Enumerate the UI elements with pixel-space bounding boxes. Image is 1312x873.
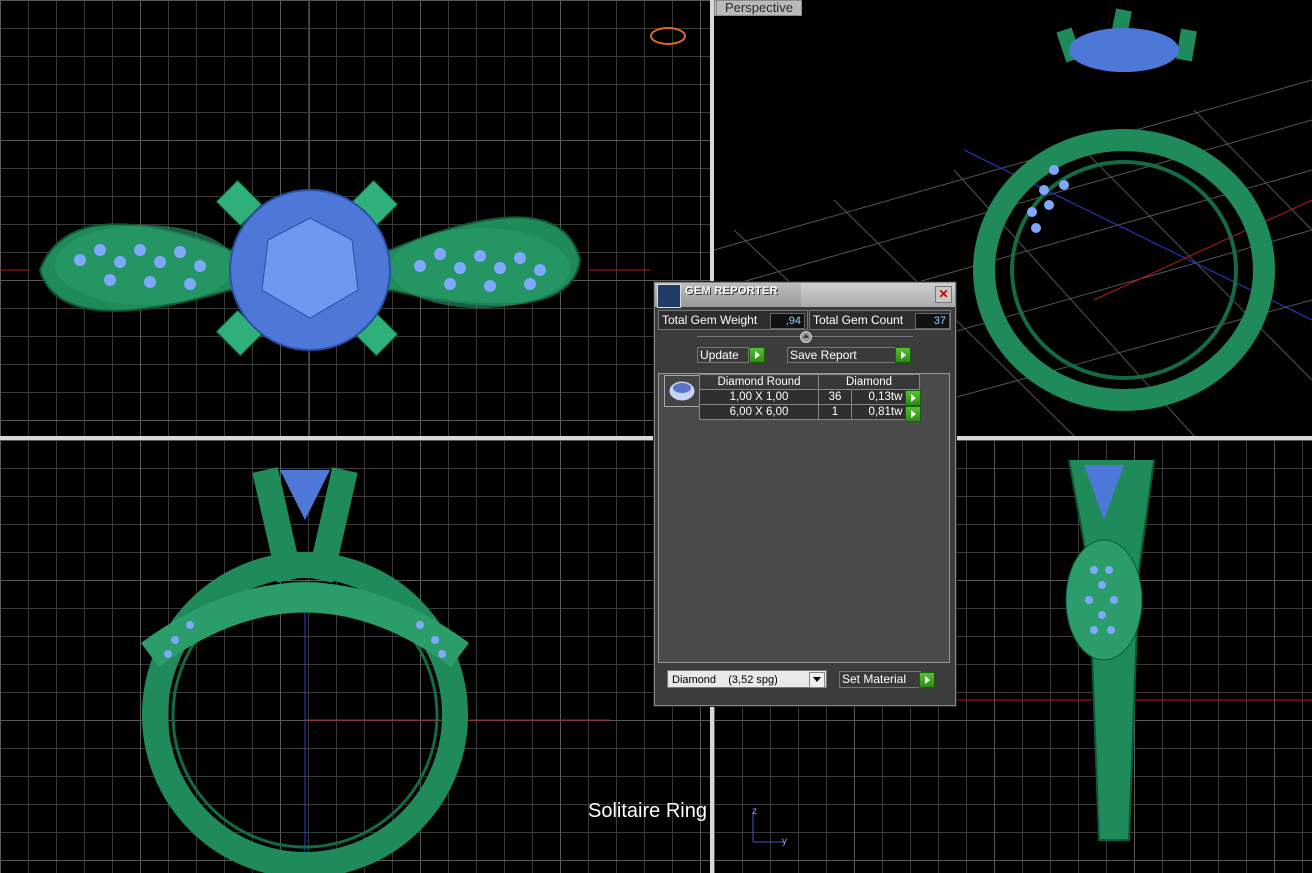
collapse-grip-icon[interactable] [800, 331, 812, 343]
total-weight-value: ,94 [770, 313, 805, 329]
row-size: 1,00 X 1,00 [699, 389, 819, 405]
header-shape: Diamond Round [699, 374, 819, 390]
row-select-arrow-icon[interactable] [905, 406, 921, 422]
table-header-row: Diamond Round Diamond [699, 374, 920, 390]
save-report-button[interactable]: Save Report [787, 347, 897, 363]
axis-z-label: z [752, 806, 757, 817]
gem-reporter-dialog[interactable]: GEM REPORTER ✕ Total Gem Weight ,94 Tota… [654, 282, 956, 706]
total-weight-label: Total Gem Weight [662, 313, 758, 327]
save-report-arrow-icon[interactable] [895, 347, 911, 363]
row-size: 6,00 X 6,00 [699, 404, 819, 420]
dialog-titlebar-right[interactable] [801, 283, 955, 307]
close-button[interactable]: ✕ [935, 286, 952, 303]
perspective-label[interactable]: Perspective [716, 0, 802, 16]
caption: Solitaire Ring [588, 800, 707, 822]
gem-reporter-icon [657, 284, 681, 308]
total-count-value: 37 [915, 313, 950, 329]
gem-table: Diamond Round Diamond 1,00 X 1,00 36 0,1… [699, 374, 920, 420]
dialog-title: GEM REPORTER [685, 285, 778, 297]
update-button[interactable]: Update [697, 347, 749, 363]
material-select[interactable]: Diamond (3,52 spg) [667, 670, 827, 688]
row-select-arrow-icon[interactable] [905, 390, 921, 406]
ring-top-view [0, 27, 686, 357]
set-material-arrow-icon[interactable] [919, 672, 935, 688]
axis-y-label: y [782, 836, 787, 847]
header-material: Diamond [818, 374, 920, 390]
viewport-top[interactable] [0, 0, 710, 436]
set-material-button[interactable]: Set Material [839, 671, 921, 688]
total-count-label: Total Gem Count [813, 313, 904, 327]
material-select-value: Diamond (3,52 spg) [672, 674, 778, 686]
diamond-thumbnail-icon [664, 375, 700, 407]
table-row[interactable]: 1,00 X 1,00 36 0,13tw [699, 389, 920, 405]
row-count: 1 [818, 404, 852, 420]
update-arrow-icon[interactable] [749, 347, 765, 363]
table-row[interactable]: 6,00 X 6,00 1 0,81tw [699, 404, 920, 420]
row-count: 36 [818, 389, 852, 405]
chevron-down-icon[interactable] [809, 672, 825, 688]
